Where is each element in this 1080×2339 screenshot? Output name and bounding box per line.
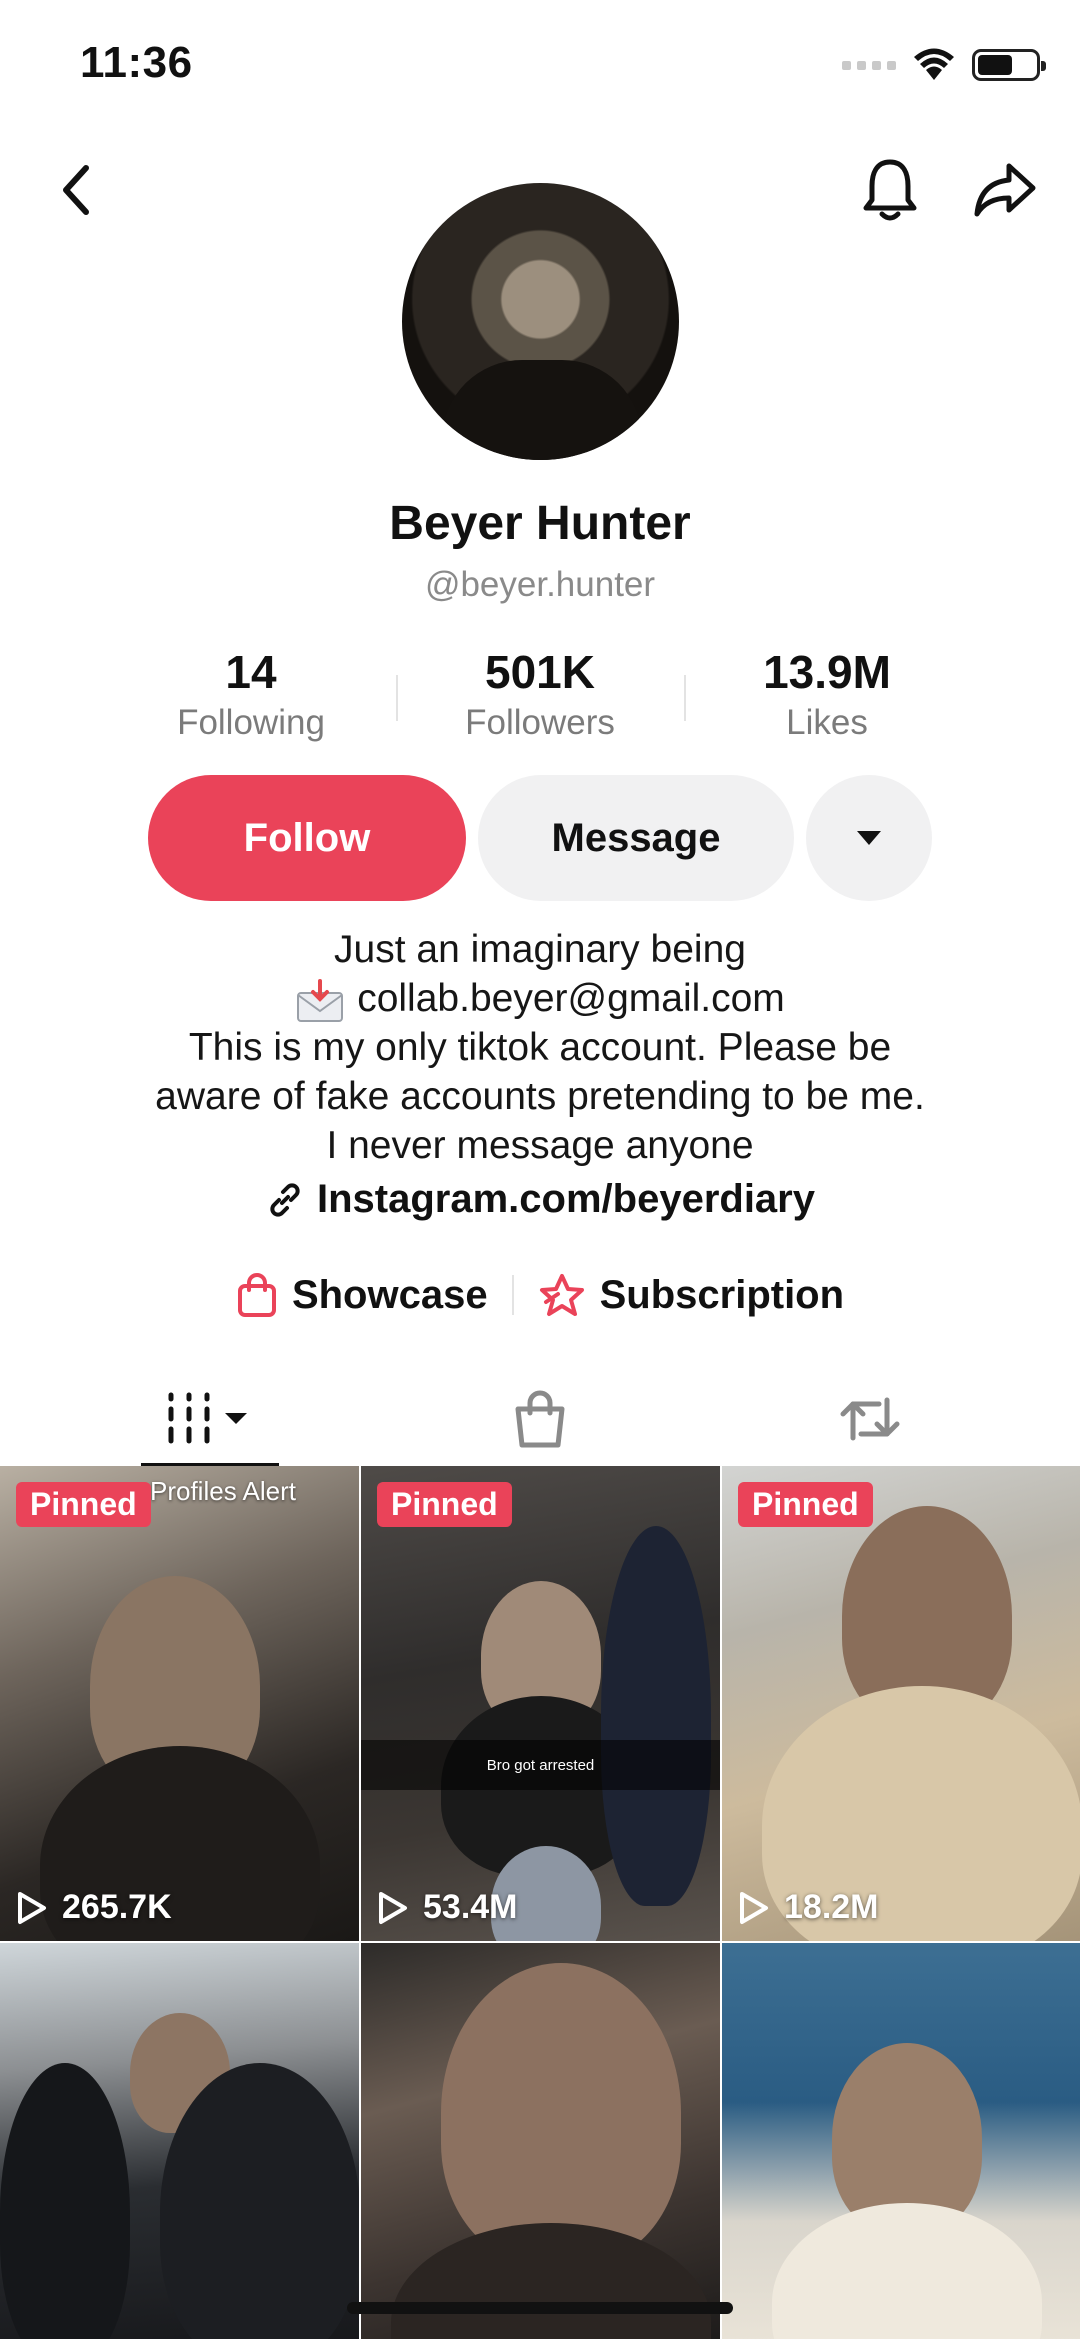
bio-link-text: Instagram.com/beyerdiary (317, 1177, 815, 1221)
video-thumbnail[interactable] (722, 1943, 1080, 2339)
shopping-bag-icon (515, 1390, 565, 1448)
status-icons (842, 48, 1046, 82)
showcase-label: Showcase (291, 1272, 488, 1317)
bio-line: aware of fake accounts pretending to be … (155, 1075, 925, 1118)
play-icon (18, 1891, 46, 1924)
shop-divider (511, 1275, 514, 1315)
status-bar: 11:36 (0, 0, 1080, 130)
bio-line: I never message anyone (326, 1124, 754, 1167)
share-button[interactable] (965, 150, 1045, 230)
likes-label: Likes (786, 703, 868, 742)
username: @beyer.hunter (424, 565, 656, 604)
avatar[interactable] (402, 183, 679, 460)
caret-down-icon (857, 831, 881, 845)
view-count-text: 18.2M (784, 1888, 879, 1926)
notifications-button[interactable] (850, 150, 930, 230)
video-grid: Profiles Alert Pinned 265.7K Bro got arr… (0, 1466, 1080, 2339)
tab-reposts[interactable] (690, 1370, 1050, 1468)
tab-shop[interactable] (360, 1370, 720, 1468)
video-thumbnail[interactable] (0, 1943, 359, 2339)
pinned-badge: Pinned (738, 1482, 873, 1527)
video-overlay-text: Profiles Alert (150, 1476, 296, 1506)
showcase-button[interactable]: Showcase (236, 1272, 488, 1318)
video-thumbnail[interactable] (361, 1943, 720, 2339)
bio-link-row: Instagram.com/beyerdiary (0, 1177, 1080, 1230)
shop-row: Showcase Subscription (0, 1265, 1080, 1325)
profile-actions: Follow Message (0, 775, 1080, 903)
play-icon (740, 1891, 768, 1924)
video-thumbnail[interactable]: Bro got arrested Pinned 53.4M (361, 1466, 720, 1941)
view-count: 18.2M (738, 1888, 879, 1927)
subscription-label: Subscription (599, 1272, 845, 1317)
pinned-badge: Pinned (377, 1482, 512, 1527)
wifi-icon (914, 48, 954, 80)
stat-following[interactable]: 14 Following (121, 645, 381, 743)
tab-videos[interactable] (30, 1370, 390, 1468)
view-count-text: 265.7K (62, 1888, 172, 1926)
video-thumbnail[interactable]: Pinned 18.2M (722, 1466, 1080, 1941)
star-badge-icon (539, 1274, 584, 1316)
view-count: 265.7K (16, 1888, 172, 1927)
bell-icon (863, 159, 917, 221)
view-count: 53.4M (377, 1888, 518, 1927)
home-indicator[interactable] (347, 2302, 733, 2314)
video-caption: Bro got arrested (361, 1740, 720, 1790)
following-label: Following (177, 703, 325, 742)
back-button[interactable] (36, 150, 116, 230)
bio-email-line: collab.beyer@gmail.com (0, 974, 1080, 1023)
bio-line: This is my only tiktok account. Please b… (188, 1026, 892, 1069)
followers-label: Followers (465, 703, 615, 742)
shopping-bag-icon (237, 1273, 276, 1317)
follow-button[interactable]: Follow (148, 775, 466, 901)
pinned-badge: Pinned (16, 1482, 151, 1527)
stat-followers[interactable]: 501K Followers (410, 645, 670, 743)
profile-stats: 14 Following 501K Followers 13.9M Likes (0, 645, 1080, 745)
cellular-signal-icon (842, 60, 896, 70)
bio-link[interactable]: Instagram.com/beyerdiary (265, 1177, 815, 1222)
stat-divider (684, 675, 686, 721)
repost-icon (840, 1397, 900, 1441)
chevron-left-icon (63, 165, 89, 215)
likes-count: 13.9M (763, 646, 891, 698)
content-tabs (0, 1370, 1080, 1468)
bio-email: collab.beyer@gmail.com (357, 977, 785, 1020)
subscription-button[interactable]: Subscription (538, 1272, 844, 1318)
bio: Just an imaginary being collab.beyer@gma… (0, 925, 1080, 1170)
stat-divider (396, 675, 398, 721)
status-time: 11:36 (80, 38, 193, 87)
followers-count: 501K (485, 646, 595, 698)
video-thumbnail[interactable]: Profiles Alert Pinned 265.7K (0, 1466, 359, 1941)
view-count-text: 53.4M (423, 1888, 518, 1926)
video-grid-icon (168, 1392, 247, 1444)
battery-icon (972, 49, 1046, 81)
more-options-button[interactable] (806, 775, 932, 901)
link-icon (270, 1182, 300, 1217)
stat-likes[interactable]: 13.9M Likes (697, 645, 957, 743)
share-arrow-icon (974, 163, 1036, 217)
envelope-icon (297, 978, 344, 1022)
bio-line: Just an imaginary being (334, 928, 746, 971)
following-count: 14 (225, 646, 277, 698)
play-icon (379, 1891, 407, 1924)
display-name: Beyer Hunter (389, 497, 691, 550)
message-button[interactable]: Message (478, 775, 794, 901)
